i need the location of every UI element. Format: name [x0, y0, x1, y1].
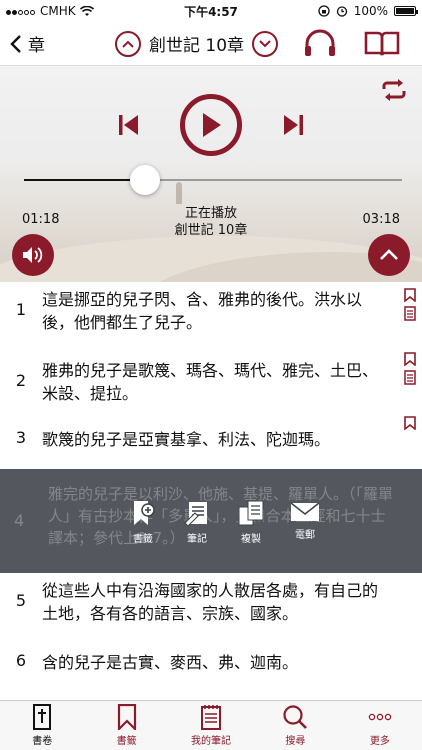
tab-books[interactable]: 書卷 — [0, 701, 84, 750]
previous-track-button[interactable] — [117, 114, 141, 140]
action-email-button[interactable]: 電郵 — [285, 499, 325, 545]
chevron-down-icon — [259, 39, 271, 47]
alarm-icon — [336, 6, 347, 17]
now-playing-title: 創世記 10章 — [174, 223, 248, 238]
volume-button[interactable] — [12, 234, 54, 276]
action-label: 書籤 — [133, 534, 153, 545]
verse-markers — [404, 352, 416, 385]
total-time: 03:18 — [362, 212, 400, 227]
tab-label: 書籤 — [116, 736, 137, 747]
verse-row[interactable]: 1 這是挪亞的兒子閃、含、雅弗的後代。洪水以後，他們都生了兒子。 — [0, 288, 422, 334]
repeat-icon — [382, 79, 406, 101]
tab-search[interactable]: 搜尋 — [253, 701, 337, 750]
verse-number: 1 — [15, 300, 27, 319]
bookmark-icon[interactable] — [404, 352, 416, 366]
verse-number: 6 — [15, 651, 27, 670]
now-playing-label: 正在播放 — [184, 206, 237, 221]
tab-label: 更多 — [369, 736, 390, 747]
note-icon — [184, 502, 207, 527]
progress-fill — [24, 179, 145, 181]
collapse-player-button[interactable] — [368, 234, 410, 276]
tab-label: 書卷 — [32, 736, 53, 747]
more-icon — [368, 713, 392, 721]
action-label: 複製 — [241, 534, 261, 545]
battery-icon — [394, 6, 418, 16]
progress-thumb[interactable] — [129, 165, 160, 195]
repeat-button[interactable] — [380, 78, 408, 106]
note-icon[interactable] — [404, 369, 416, 385]
action-label: 電郵 — [295, 530, 315, 541]
next-track-button[interactable] — [281, 114, 305, 140]
verse-number: 4 — [14, 511, 25, 530]
verse-row[interactable]: 5 從這些人中有沿海國家的人散居各處，有自己的土地，各有各的語言、宗族、國家。 — [0, 579, 422, 625]
status-bar: CMHK 下午4:57 100% — [0, 0, 422, 22]
now-playing: 正在播放 創世記 10章 — [0, 205, 422, 239]
tab-bookmarks[interactable]: 書籤 — [84, 701, 168, 750]
notes-icon — [201, 705, 222, 730]
audio-button[interactable] — [303, 28, 337, 62]
progress-track[interactable] — [24, 179, 402, 181]
chevron-up-icon — [122, 40, 134, 48]
search-icon — [283, 705, 308, 729]
next-chapter-button[interactable] — [252, 30, 279, 57]
mail-icon — [290, 502, 320, 521]
tab-my-notes[interactable]: 我的筆記 — [169, 701, 253, 750]
signal-icon — [6, 4, 36, 18]
verse-row[interactable]: 2 雅弗的兒子是歌篾、瑪各、瑪代、雅完、土巴、米設、提拉。 — [0, 359, 422, 405]
verse-row[interactable]: 6 含的兒子是古實、麥西、弗、迦南。 — [0, 651, 422, 674]
back-button[interactable]: 章 — [0, 31, 45, 56]
verse-row[interactable]: 3 歌篾的兒子是亞實基拿、利法、陀迦瑪。 — [0, 428, 422, 451]
verse-markers — [404, 416, 416, 430]
rotation-lock-icon — [318, 5, 330, 17]
note-icon[interactable] — [404, 305, 416, 321]
reading-mode-button[interactable] — [364, 28, 400, 62]
skip-back-icon — [119, 115, 138, 135]
verse-text: 歌篾的兒子是亞實基拿、利法、陀迦瑪。 — [42, 430, 331, 449]
skip-forward-icon — [284, 115, 303, 135]
chevron-up-icon — [380, 249, 398, 260]
tab-label: 搜尋 — [285, 736, 306, 747]
verse-number: 5 — [15, 591, 27, 610]
play-button[interactable] — [180, 94, 242, 156]
chapter-title[interactable]: 創世記 10章 — [149, 31, 244, 56]
headphones-icon — [305, 29, 335, 56]
verse-text: 含的兒子是古實、麥西、弗、迦南。 — [42, 653, 299, 672]
tab-more[interactable]: 更多 — [338, 701, 422, 750]
background-figure — [176, 182, 182, 204]
bookmark-icon[interactable] — [404, 288, 416, 302]
bookmark-icon[interactable] — [404, 416, 416, 430]
tab-bar: 書卷 書籤 我的筆記 搜尋 更多 — [0, 700, 422, 750]
verse-markers — [404, 288, 416, 321]
bookmark-icon — [117, 704, 136, 730]
action-bookmark-button[interactable]: 書籤 — [123, 499, 163, 545]
verse-number: 3 — [15, 428, 27, 447]
verse-text: 從這些人中有沿海國家的人散居各處，有自己的土地，各有各的語言、宗族、國家。 — [42, 581, 379, 623]
verse-number: 2 — [15, 371, 27, 390]
verse-action-menu: 4 雅完的兒子是以利沙、他施、基提、羅單人。（「羅單人」有古抄本作「多單人」，見… — [0, 469, 422, 573]
audio-player: 01:18 正在播放 創世記 10章 03:18 — [0, 66, 422, 282]
previous-chapter-button[interactable] — [115, 30, 141, 57]
action-label: 筆記 — [187, 534, 207, 545]
action-copy-button[interactable]: 複製 — [231, 499, 271, 545]
bible-icon — [33, 704, 52, 730]
verse-text: 這是挪亞的兒子閃、含、雅弗的後代。洪水以後，他們都生了兒子。 — [42, 290, 363, 332]
bookmark-add-icon — [134, 501, 155, 525]
tab-label: 我的筆記 — [191, 736, 232, 747]
speaker-icon — [23, 247, 43, 263]
copy-icon — [238, 500, 264, 526]
chevron-left-icon — [10, 34, 21, 53]
open-book-icon — [364, 31, 400, 56]
play-icon — [203, 113, 221, 137]
back-label: 章 — [28, 36, 45, 56]
nav-bar: 章 創世記 10章 — [0, 22, 422, 66]
verse-text: 雅弗的兒子是歌篾、瑪各、瑪代、雅完、土巴、米設、提拉。 — [42, 361, 379, 403]
battery-percent: 100% — [353, 4, 388, 18]
action-note-button[interactable]: 筆記 — [177, 499, 217, 545]
carrier-label: CMHK — [40, 4, 76, 18]
wifi-icon — [79, 5, 94, 16]
